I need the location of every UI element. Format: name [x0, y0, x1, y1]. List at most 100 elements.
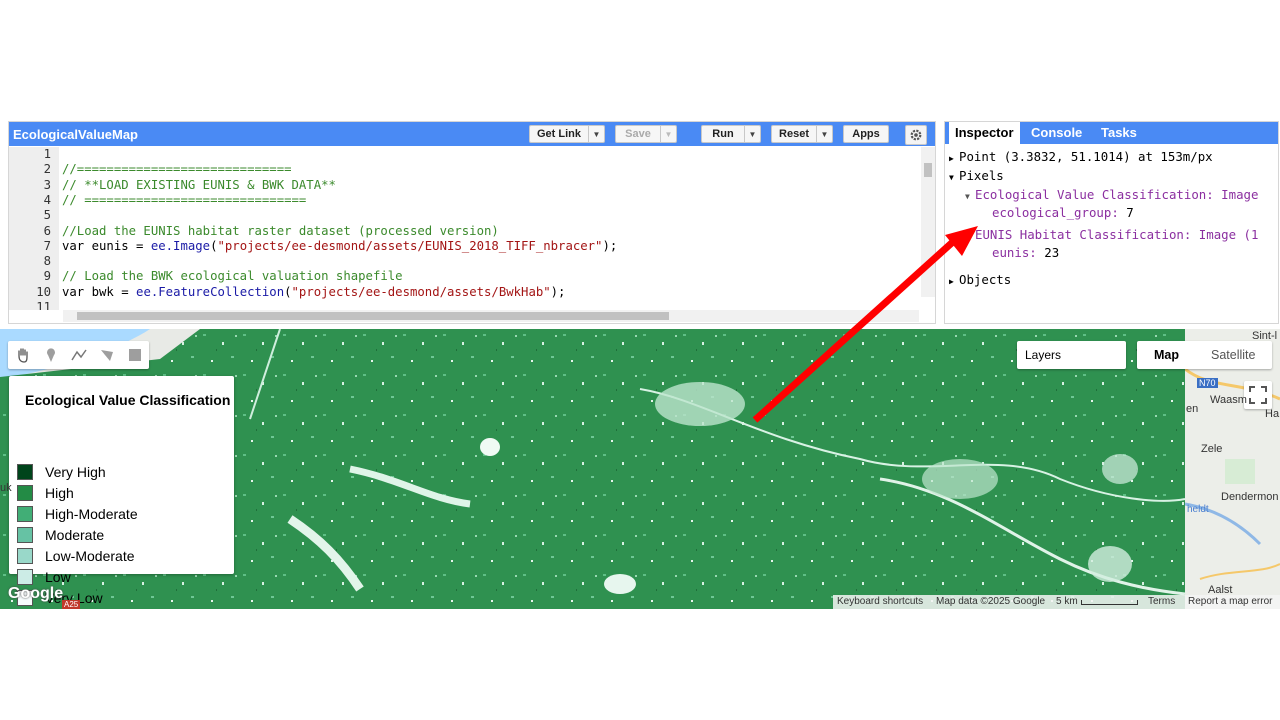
inspector-content: ▶ Point (3.3832, 51.1014) at 153m/px ▼ Pix…: [945, 144, 1278, 323]
place-label: en: [1186, 403, 1199, 415]
point-label: Point (3.3832, 51.1014) at 153m/px: [959, 149, 1213, 164]
layer1-value-row: ecological_group: 7: [992, 205, 1134, 221]
objects-label: Objects: [959, 272, 1012, 287]
triangle-down-icon: ▼: [949, 173, 954, 182]
code-token: "projects/ee-desmond/assets/BwkHab": [291, 284, 551, 299]
get-link-button[interactable]: Get Link ▼: [529, 125, 605, 143]
property-key: ecological_group:: [992, 205, 1119, 220]
save-button[interactable]: Save ▼: [615, 125, 677, 143]
gear-icon[interactable]: [905, 125, 927, 145]
layers-button[interactable]: Layers: [1017, 341, 1126, 369]
chevron-down-icon[interactable]: ▼: [744, 126, 760, 142]
horizontal-scrollbar[interactable]: [63, 310, 919, 322]
layer1-row[interactable]: ▼ Ecological Value Classification: Image: [965, 187, 1258, 205]
run-button[interactable]: Run ▼: [701, 125, 761, 143]
triangle-right-icon: ▶: [949, 277, 954, 286]
property-value: 23: [1044, 245, 1060, 260]
map-type-control: Map Satellite: [1137, 341, 1272, 369]
map-type-button[interactable]: Map: [1154, 341, 1179, 369]
map-data-text: Map data ©2025 Google: [936, 596, 1046, 607]
scroll-thumb[interactable]: [924, 163, 932, 177]
script-title[interactable]: EcologicalValueMap: [13, 127, 138, 142]
tab-tasks[interactable]: Tasks: [1095, 122, 1143, 144]
point-row[interactable]: ▶ Point (3.3832, 51.1014) at 153m/px: [949, 149, 1213, 167]
river-label: heldt: [1187, 504, 1209, 515]
polygon-icon[interactable]: [98, 346, 116, 364]
scroll-thumb[interactable]: [77, 312, 669, 320]
code-token: var eunis =: [62, 238, 151, 253]
line-number: 11: [36, 300, 51, 310]
place-label: Sint-l: [1252, 330, 1278, 342]
code-line-3: // **LOAD EXISTING EUNIS & BWK DATA**: [62, 177, 336, 192]
layers-label: Layers: [1025, 348, 1062, 362]
layer2-row[interactable]: EUNIS Habitat Classification: Image (1: [975, 227, 1258, 243]
code-line-7: var eunis = ee.Image("projects/ee-desmon…: [62, 239, 617, 254]
place-label: Waasm: [1210, 394, 1247, 406]
google-logo: Google: [8, 585, 64, 602]
triangle-down-icon: ▼: [965, 192, 970, 201]
code-token: (: [284, 284, 292, 299]
code-editor-panel: EcologicalValueMap Get Link ▼ Save ▼ Run…: [8, 121, 936, 324]
pixels-label: Pixels: [959, 168, 1004, 183]
hand-icon[interactable]: [14, 346, 32, 364]
triangle-right-icon: ▶: [949, 154, 954, 163]
legend-swatch: [17, 527, 33, 543]
line-number: 6: [43, 223, 51, 238]
report-error-link[interactable]: Report a map error: [1188, 596, 1272, 607]
chevron-down-icon[interactable]: ▼: [588, 126, 604, 142]
satellite-type-button[interactable]: Satellite: [1211, 341, 1255, 369]
place-label: Dendermon: [1221, 491, 1279, 503]
code-token: var bwk =: [62, 284, 137, 299]
reset-button[interactable]: Reset ▼: [771, 125, 833, 143]
legend-swatch: [17, 506, 33, 522]
road-shield: N70: [1197, 378, 1218, 388]
code-token: ee.FeatureCollection: [136, 284, 285, 299]
chevron-down-icon[interactable]: ▼: [660, 126, 676, 142]
place-label: Zele: [1201, 443, 1223, 455]
line-number: 7: [43, 238, 51, 253]
legend-panel: Ecological Value Classification Very Hig…: [9, 376, 234, 606]
legend-title: Ecological Value Classification: [25, 392, 231, 408]
get-link-label: Get Link: [536, 128, 581, 140]
line-number: 3: [43, 177, 51, 192]
apps-button[interactable]: Apps: [843, 125, 889, 143]
objects-row[interactable]: ▶ Objects: [949, 272, 1011, 290]
line-number: 10: [36, 284, 51, 299]
terms-link[interactable]: Terms: [1148, 596, 1175, 607]
reset-label: Reset: [779, 128, 809, 140]
run-label: Run: [712, 128, 734, 140]
rectangle-icon[interactable]: [126, 346, 144, 364]
tab-console[interactable]: Console: [1025, 122, 1088, 144]
keyboard-shortcuts-link[interactable]: Keyboard shortcuts: [837, 596, 923, 607]
vertical-scrollbar[interactable]: [921, 147, 935, 297]
layer1-label: Ecological Value Classification: Image: [975, 187, 1259, 202]
legend-label: Very High: [45, 464, 106, 480]
pixels-row[interactable]: ▼ Pixels: [949, 168, 1004, 186]
apps-label: Apps: [852, 128, 880, 140]
layer2-label: EUNIS Habitat Classification: Image (1: [975, 227, 1259, 242]
property-value: 7: [1126, 205, 1134, 220]
chevron-down-icon[interactable]: ▼: [816, 126, 832, 142]
legend-label: Moderate: [45, 527, 105, 543]
marker-icon[interactable]: [42, 346, 60, 364]
code-area[interactable]: 123456789101112 //======================…: [9, 147, 921, 310]
scale-label: 5 km: [1056, 596, 1078, 607]
code-line-2: //=============================: [62, 162, 292, 177]
panel-tabs: Inspector Console Tasks: [945, 122, 1278, 144]
polyline-icon[interactable]: [70, 346, 88, 364]
tab-inspector[interactable]: Inspector: [949, 122, 1020, 144]
line-number: 1: [43, 147, 51, 161]
save-label: Save: [625, 128, 651, 140]
legend-label: High-Moderate: [45, 506, 138, 522]
editor-toolbar: EcologicalValueMap Get Link ▼ Save ▼ Run…: [9, 122, 935, 146]
legend-swatch: [17, 569, 33, 585]
fullscreen-icon[interactable]: [1244, 381, 1272, 409]
line-number: 5: [43, 208, 51, 223]
legend-swatch: [17, 485, 33, 501]
layer2-value-row: eunis: 23: [992, 245, 1059, 261]
right-panel: Inspector Console Tasks ▶ Point (3.3832, …: [944, 121, 1279, 324]
map-canvas[interactable]: Ecological Value Classification Very Hig…: [0, 329, 1280, 609]
line-number: 9: [43, 269, 51, 284]
legend-label: Low: [45, 569, 71, 585]
legend-swatch: [17, 548, 33, 564]
